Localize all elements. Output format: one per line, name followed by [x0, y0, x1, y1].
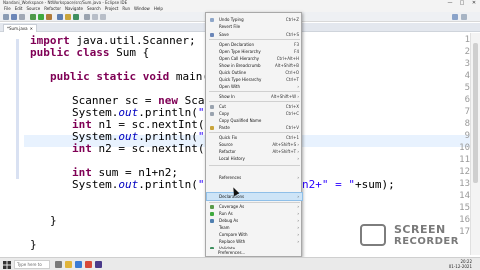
- tab-label: *Sum.java: [7, 26, 28, 31]
- line-number: 3: [464, 59, 470, 69]
- windows-start-icon[interactable]: [3, 261, 11, 269]
- paste-icon: [210, 126, 214, 130]
- task-view-icon[interactable]: [55, 261, 62, 268]
- cut-icon: [210, 105, 214, 109]
- menu-separator: [209, 91, 300, 92]
- new-java-project-icon[interactable]: [57, 14, 63, 20]
- line-number: 12: [459, 167, 470, 177]
- code-line: public class Sum {: [30, 46, 150, 59]
- back-icon[interactable]: [92, 14, 98, 20]
- menu-item-declarations[interactable]: Declarations ›: [206, 192, 303, 201]
- chrome-icon[interactable]: [85, 261, 92, 268]
- coverage-icon: [210, 205, 214, 209]
- menu-item-save[interactable]: Save Ctrl+S: [207, 31, 302, 38]
- line-number: 15: [459, 203, 470, 213]
- menu-item-replace-with[interactable]: Replace With ›: [207, 238, 302, 245]
- menu-item-quick-outline[interactable]: Quick Outline Ctrl+O: [207, 69, 302, 76]
- menu-item-cut[interactable]: Cut Ctrl+X: [207, 103, 302, 110]
- menu-item-revert-file[interactable]: Revert File: [207, 23, 302, 30]
- line-number: 9: [464, 131, 470, 141]
- menu-item-copy[interactable]: Copy Ctrl+C: [207, 110, 302, 117]
- watermark-line2: RECORDER: [394, 236, 459, 247]
- save-icon[interactable]: [11, 14, 17, 20]
- tab-sum-java[interactable]: *Sum.java ✕: [3, 24, 37, 32]
- eclipse-icon[interactable]: [95, 261, 102, 268]
- run-icon[interactable]: [38, 14, 44, 20]
- menu-separator: [209, 101, 300, 102]
- edge-icon[interactable]: [75, 261, 82, 268]
- menu-item-coverage-as[interactable]: Coverage As ›: [207, 203, 302, 210]
- recorder-logo-icon: [360, 224, 386, 246]
- menu-item-open-declaration[interactable]: Open Declaration F3: [207, 41, 302, 48]
- change-ruler: [16, 39, 19, 179]
- save-icon: [210, 33, 214, 37]
- search-icon[interactable]: [84, 14, 90, 20]
- debug-perspective-icon[interactable]: [461, 14, 467, 20]
- line-number: 13: [459, 179, 470, 189]
- clock-date: 01-12-2021: [448, 264, 472, 269]
- menu-item-compare-with[interactable]: Compare With ›: [207, 231, 302, 238]
- menu-separator: [209, 132, 300, 133]
- menu-item-open-call-hierarchy[interactable]: Open Call Hierarchy Ctrl+Alt+H: [207, 55, 302, 62]
- windows-taskbar: Type here to search 20:22 01-12-2021: [0, 257, 480, 270]
- watermark-line1: SCREEN: [394, 223, 446, 236]
- menu-item-local-history[interactable]: Local History ›: [207, 155, 302, 162]
- line-number-gutter: [0, 33, 24, 255]
- screen-recorder-watermark: SCREEN RECORDER: [360, 222, 470, 252]
- menu-item-quick-type-hierarchy[interactable]: Quick Type Hierarchy Ctrl+T: [207, 76, 302, 83]
- external-tools-icon[interactable]: [46, 14, 52, 20]
- print-icon[interactable]: [19, 14, 25, 20]
- menu-item-preferences-visible[interactable]: Preferences...: [206, 249, 301, 256]
- new-class-icon[interactable]: [73, 14, 79, 20]
- menu-item-undo-typing[interactable]: Undo Typing Ctrl+Z: [207, 16, 302, 23]
- menu-item-open-with[interactable]: Open With ›: [207, 83, 302, 90]
- forward-icon[interactable]: [100, 14, 106, 20]
- menu-item-run-as[interactable]: Run As ›: [207, 210, 302, 217]
- menu-item-refactor[interactable]: Refactor Alt+Shift+T ›: [207, 148, 302, 155]
- copy-icon: [210, 112, 214, 116]
- code-line: int n2 = sc.nextInt();: [72, 142, 218, 155]
- line-number: 6: [464, 95, 470, 105]
- scrollbar-thumb[interactable]: [473, 43, 478, 183]
- vertical-scrollbar[interactable]: [470, 33, 480, 255]
- new-icon[interactable]: [3, 14, 9, 20]
- undo-icon: [210, 18, 214, 22]
- code-line-tail: n2+" = "+sum);: [302, 178, 395, 191]
- java-perspective-icon[interactable]: [452, 14, 458, 20]
- menu-item-show-in-breadcrumb[interactable]: Show in Breadcrumb Alt+Shift+B: [207, 62, 302, 69]
- menu-item-paste[interactable]: Paste Ctrl+V: [207, 124, 302, 131]
- new-package-icon[interactable]: [65, 14, 71, 20]
- taskbar-search-input[interactable]: Type here to search: [14, 260, 50, 269]
- line-number: 8: [464, 119, 470, 129]
- menu-item-debug-as[interactable]: Debug As ›: [207, 217, 302, 224]
- system-clock[interactable]: 20:22 01-12-2021: [449, 259, 472, 269]
- file-explorer-icon[interactable]: [65, 261, 72, 268]
- menu-item-team[interactable]: Team ›: [207, 224, 302, 231]
- menu-item-source[interactable]: Source Alt+Shift+S ›: [207, 141, 302, 148]
- menu-item-open-type-hierarchy[interactable]: Open Type Hierarchy F4: [207, 48, 302, 55]
- menu-separator: [209, 39, 300, 40]
- line-number: 7: [464, 107, 470, 117]
- menu-item-show-in[interactable]: Show In Alt+Shift+W ›: [207, 93, 302, 100]
- code-line: }: [30, 238, 37, 251]
- line-number: 4: [464, 71, 470, 81]
- menu-item-quick-fix[interactable]: Quick Fix Ctrl+1: [207, 134, 302, 141]
- run-icon: [210, 212, 214, 216]
- line-number: 11: [459, 155, 470, 165]
- line-number: 14: [459, 191, 470, 201]
- tab-close-icon[interactable]: ✕: [30, 25, 33, 32]
- menu-item-copy-qualified-name[interactable]: Copy Qualified Name: [207, 117, 302, 124]
- window-title: Nandani_Workspace - NtWorkspace/src/Sum.…: [3, 0, 128, 5]
- debug-icon: [210, 219, 214, 223]
- line-number: 1: [464, 35, 470, 45]
- line-number: 5: [464, 83, 470, 93]
- debug-icon[interactable]: [30, 14, 36, 20]
- line-number: 2: [464, 47, 470, 57]
- line-number: 10: [459, 143, 470, 153]
- menu-item-references[interactable]: References ›: [207, 174, 302, 181]
- code-line: }: [50, 214, 57, 227]
- menu-separator: [209, 165, 300, 166]
- context-menu: Undo Typing Ctrl+Z Revert File Save Ctrl+S…: [205, 12, 303, 257]
